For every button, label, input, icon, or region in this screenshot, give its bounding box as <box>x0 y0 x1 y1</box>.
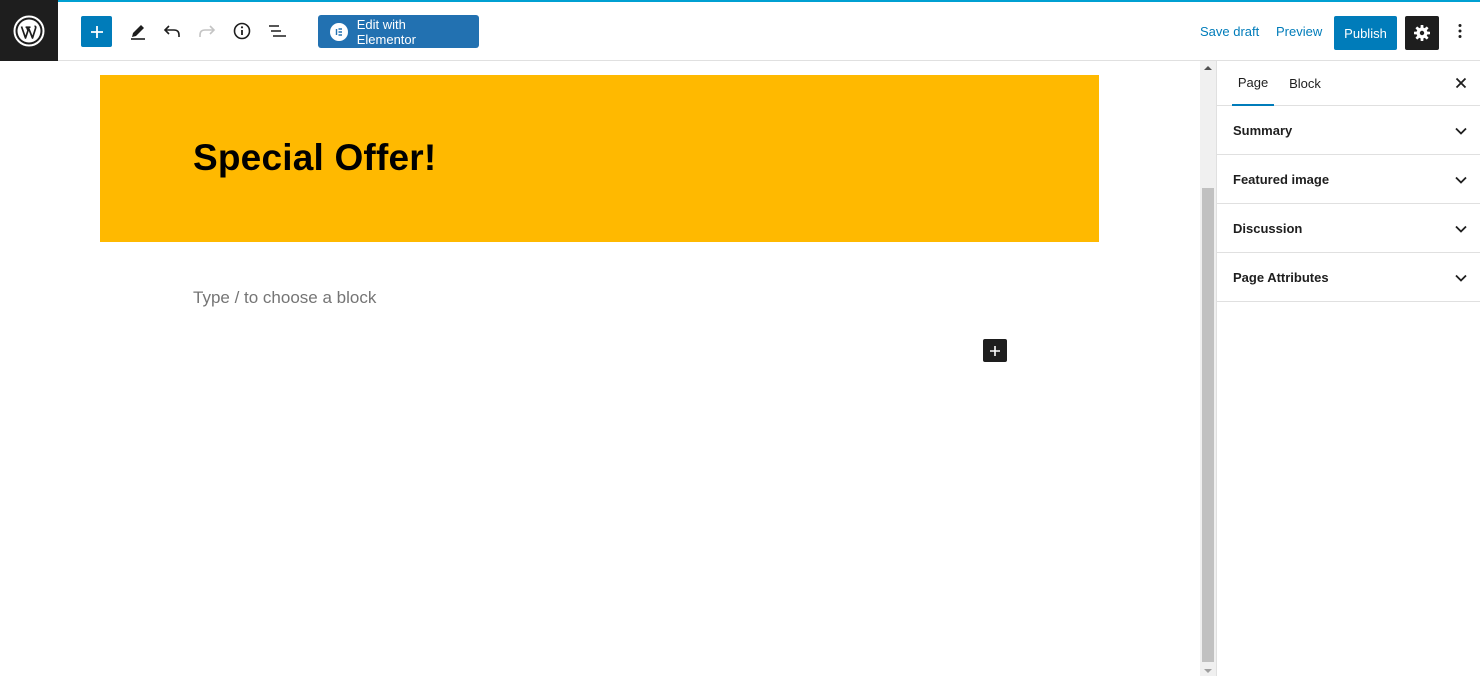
cover-heading[interactable]: Special Offer! <box>193 137 436 179</box>
close-icon <box>1455 77 1467 89</box>
tab-page[interactable]: Page <box>1232 61 1274 106</box>
close-sidebar-button[interactable] <box>1451 73 1471 93</box>
panel-discussion-label: Discussion <box>1233 220 1303 236</box>
editor-canvas: Special Offer! Type / to choose a block <box>0 61 1200 676</box>
list-view-button[interactable] <box>262 15 292 47</box>
details-button[interactable] <box>227 15 257 47</box>
chevron-down-icon <box>1455 225 1467 233</box>
options-menu-button[interactable] <box>1450 15 1470 47</box>
panel-discussion[interactable]: Discussion <box>1217 204 1480 253</box>
default-block-appender[interactable]: Type / to choose a block <box>193 288 376 308</box>
edit-with-elementor-button[interactable]: Edit with Elementor <box>318 15 479 48</box>
chevron-down-icon <box>1455 274 1467 282</box>
scrollbar-thumb[interactable] <box>1202 188 1214 662</box>
list-view-icon <box>269 25 286 37</box>
elementor-icon <box>330 22 348 41</box>
panel-page-attributes[interactable]: Page Attributes <box>1217 253 1480 302</box>
plus-icon <box>90 25 103 38</box>
info-icon <box>233 22 251 40</box>
chevron-down-icon <box>1455 127 1467 135</box>
block-inserter-button[interactable] <box>81 16 112 47</box>
wordpress-logo-icon <box>13 15 45 47</box>
panel-summary-label: Summary <box>1233 122 1293 138</box>
undo-icon <box>163 25 180 37</box>
editor-header: Edit with Elementor Save draft Preview P… <box>0 0 1480 62</box>
canvas-scrollbar[interactable] <box>1200 61 1216 676</box>
sidebar-tabs: Page Block <box>1217 61 1480 106</box>
publish-button[interactable]: Publish <box>1334 16 1397 50</box>
panel-summary[interactable]: Summary <box>1217 106 1480 155</box>
chevron-down-icon <box>1455 176 1467 184</box>
tools-button[interactable] <box>123 15 153 47</box>
pencil-icon <box>131 25 145 40</box>
redo-button[interactable] <box>192 15 222 47</box>
save-draft-button[interactable]: Save draft <box>1200 15 1259 47</box>
edit-with-elementor-label: Edit with Elementor <box>356 16 416 47</box>
preview-button[interactable]: Preview <box>1276 15 1322 47</box>
gear-icon <box>1414 25 1430 41</box>
tab-block[interactable]: Block <box>1287 61 1323 106</box>
panel-featured-image-label: Featured image <box>1233 171 1330 187</box>
plus-icon <box>990 345 1000 356</box>
panel-page-attributes-label: Page Attributes <box>1233 269 1329 285</box>
scroll-up-arrow[interactable] <box>1200 65 1216 77</box>
cover-block[interactable]: Special Offer! <box>100 75 1099 242</box>
settings-button[interactable] <box>1405 16 1439 50</box>
wordpress-logo-button[interactable] <box>0 0 58 62</box>
scroll-down-arrow[interactable] <box>1200 662 1216 674</box>
redo-icon <box>199 25 216 37</box>
undo-button[interactable] <box>157 15 187 47</box>
more-vertical-icon <box>1458 24 1462 38</box>
settings-sidebar: Page Block Summary Featured image Discus… <box>1216 61 1480 676</box>
panel-featured-image[interactable]: Featured image <box>1217 155 1480 204</box>
inline-inserter-button[interactable] <box>983 339 1007 362</box>
